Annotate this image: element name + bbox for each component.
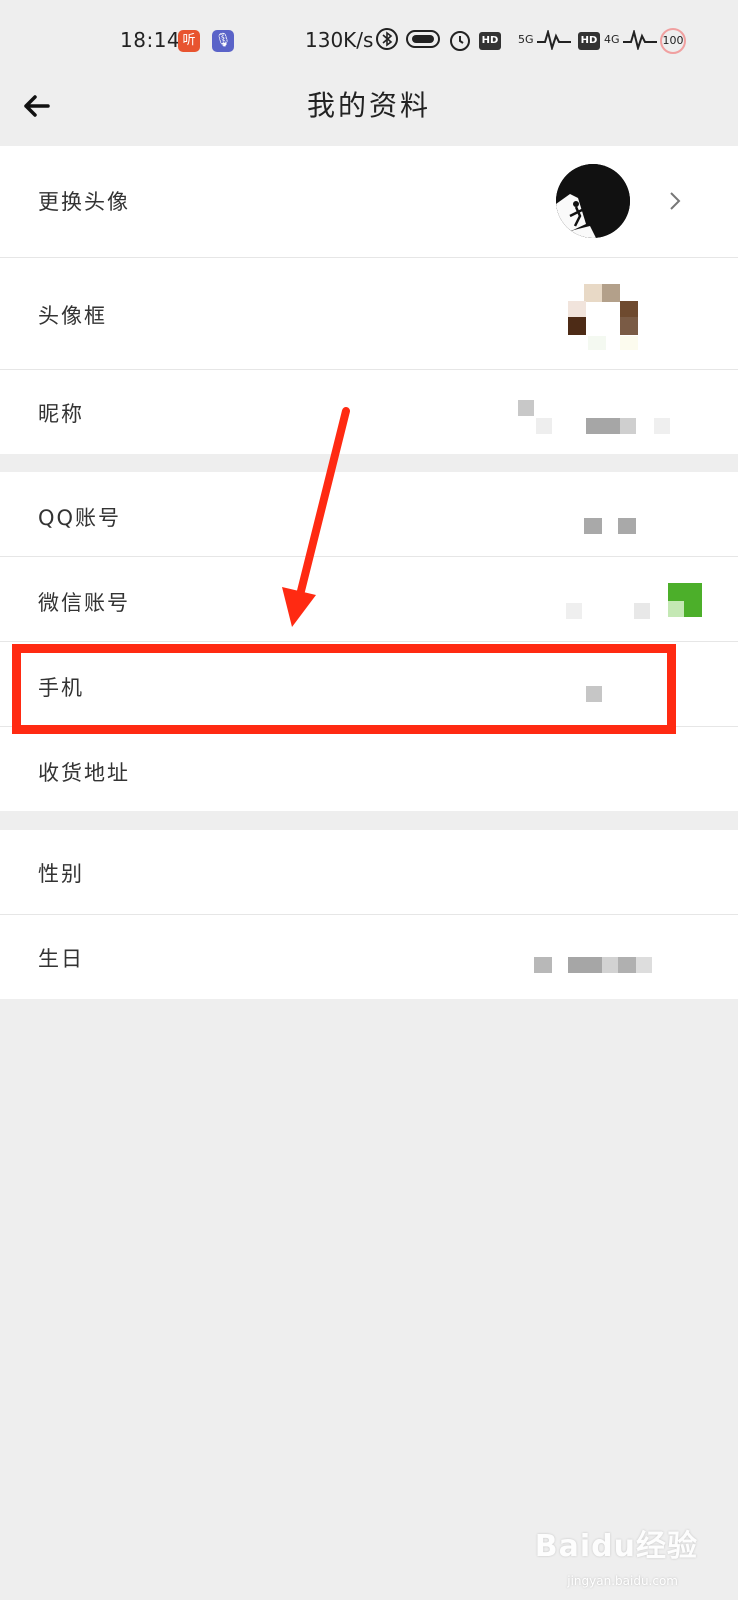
birthday-value-blurred: [534, 957, 656, 975]
annotation-highlight-box: [12, 644, 676, 734]
listen-app-icon: 听: [178, 30, 200, 52]
baidu-watermark-url: jingyan.baidu.com: [567, 1574, 678, 1588]
battery-icon: 100: [660, 28, 686, 54]
row-shipping-address[interactable]: 收货地址: [0, 727, 738, 811]
avatar-frame-preview: [568, 284, 638, 354]
vibrate-icon: [405, 28, 441, 55]
avatar[interactable]: [556, 164, 630, 238]
row-label: 收货地址: [38, 761, 130, 785]
alarm-icon: [448, 28, 472, 57]
row-gender[interactable]: 性别: [0, 830, 738, 915]
row-birthday[interactable]: 生日: [0, 915, 738, 999]
annotation-arrow: [282, 407, 350, 627]
network-speed: 130K/s: [305, 28, 374, 52]
hd-icon-2: HD: [578, 32, 600, 50]
row-label: QQ账号: [38, 506, 122, 530]
qq-value-blurred: [584, 518, 644, 536]
profile-group-3: 性别 生日: [0, 830, 738, 999]
baidu-watermark: Baidu经验: [534, 1529, 698, 1564]
row-label: 微信账号: [38, 591, 130, 615]
voice-app-icon: 🎙: [212, 30, 234, 52]
clock: 18:14: [120, 28, 181, 52]
row-label: 头像框: [38, 304, 107, 328]
row-label: 生日: [38, 947, 84, 971]
row-label: 性别: [38, 862, 84, 886]
signal-5g-icon: 5G: [518, 28, 573, 52]
page-title: 我的资料: [306, 89, 431, 122]
hd-icon: HD: [479, 32, 501, 50]
signal-4g-icon: 4G: [604, 28, 659, 52]
wechat-value-blurred: [566, 583, 706, 621]
nav-bar: 我的资料: [0, 80, 738, 145]
row-avatar-frame[interactable]: 头像框: [0, 258, 738, 370]
chevron-right-icon: [668, 190, 682, 212]
bluetooth-icon: [376, 28, 398, 55]
status-bar: 18:14 听 🎙 130K/s HD 5G HD 4G 100: [0, 0, 738, 80]
row-label: 昵称: [38, 402, 84, 426]
nickname-value-blurred: [518, 400, 688, 436]
row-label: 更换头像: [38, 190, 130, 214]
row-change-avatar[interactable]: 更换头像: [0, 146, 738, 258]
